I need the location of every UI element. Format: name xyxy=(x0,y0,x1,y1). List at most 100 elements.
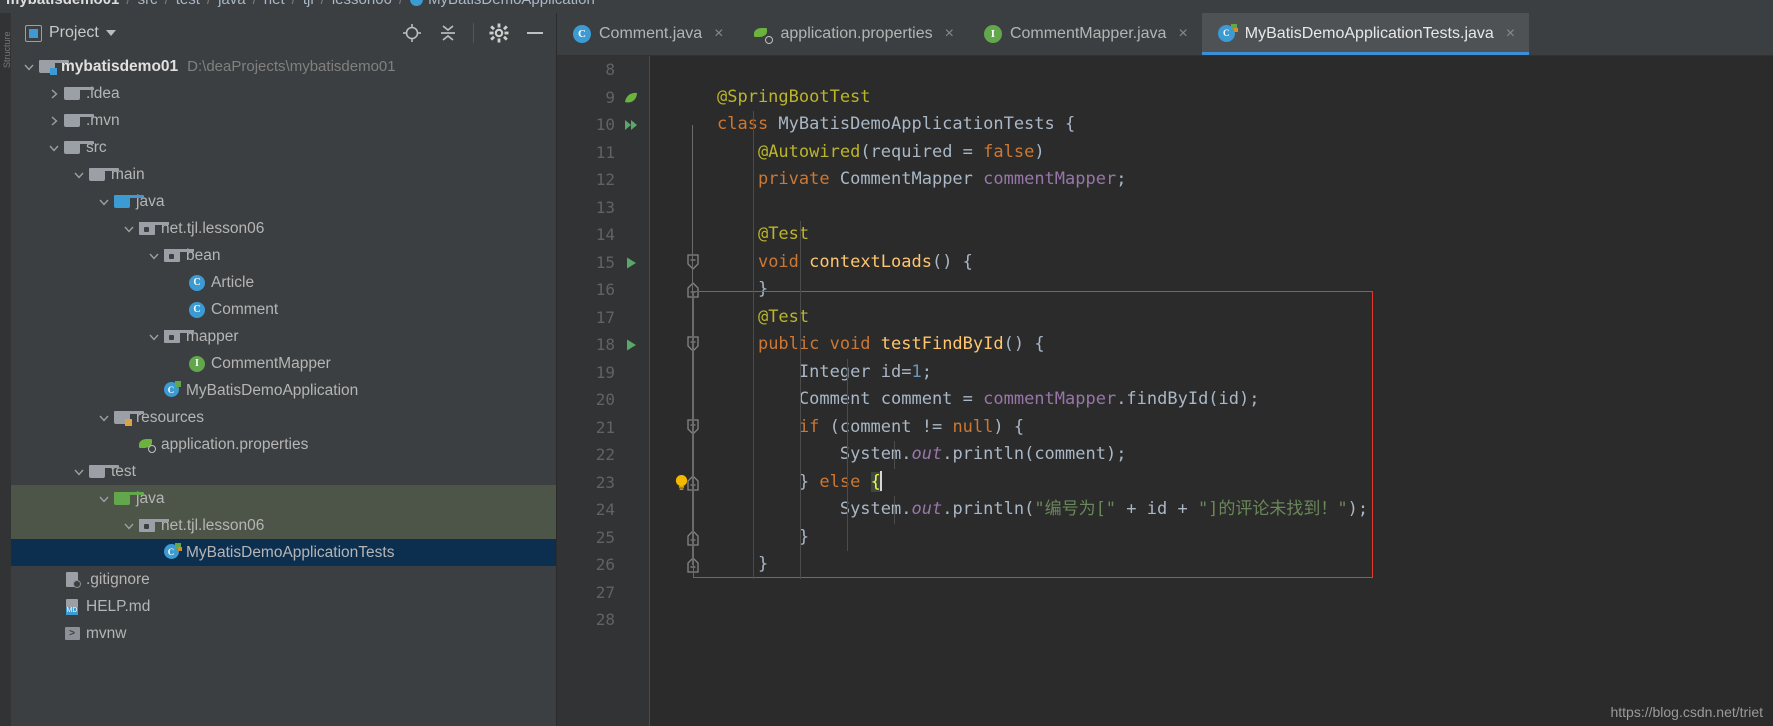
code-line[interactable]: 26 } xyxy=(557,551,1773,579)
code-line[interactable]: 25 } xyxy=(557,524,1773,552)
tree-item-comment[interactable]: C Comment xyxy=(11,296,556,323)
chevron-down-icon[interactable] xyxy=(21,61,37,73)
tree-item-main[interactable]: main xyxy=(11,161,556,188)
close-icon[interactable]: × xyxy=(714,25,723,43)
breadcrumb-item[interactable]: net xyxy=(264,0,285,8)
tree-item-commentmapper[interactable]: I CommentMapper xyxy=(11,350,556,377)
chevron-down-icon[interactable] xyxy=(96,196,112,208)
chevron-right-icon[interactable] xyxy=(46,115,62,127)
breadcrumb-item[interactable]: mybatisdemo01 xyxy=(6,0,119,8)
editor-tabbar[interactable]: C Comment.java × application.properties × I Co… xyxy=(557,13,1773,56)
locate-icon[interactable] xyxy=(401,22,423,44)
chevron-down-icon[interactable] xyxy=(105,30,116,36)
code-line[interactable]: 12 private CommentMapper commentMapper; xyxy=(557,166,1773,194)
chevron-down-icon[interactable] xyxy=(71,169,87,181)
chevron-down-icon[interactable] xyxy=(121,223,137,235)
run-test-icon[interactable] xyxy=(623,255,639,271)
code-line[interactable]: 23 } else { xyxy=(557,469,1773,497)
code-line[interactable]: 9 @SpringBootTest xyxy=(557,84,1773,112)
close-icon[interactable]: × xyxy=(1506,25,1515,43)
hide-panel-icon[interactable] xyxy=(524,22,546,44)
code-line[interactable]: 14 @Test xyxy=(557,221,1773,249)
chevron-right-icon[interactable] xyxy=(46,88,62,100)
code-line[interactable]: 21 if (comment != null) { xyxy=(557,414,1773,442)
fold-region-end-icon[interactable] xyxy=(685,280,701,299)
breadcrumb-item[interactable]: lesson06 xyxy=(332,0,392,8)
fold-region-end-icon[interactable] xyxy=(685,473,701,492)
fold-region-start-icon[interactable] xyxy=(685,253,701,272)
chevron-down-icon[interactable] xyxy=(46,142,62,154)
code-token: false xyxy=(983,141,1035,162)
chevron-down-icon[interactable] xyxy=(96,493,112,505)
tree-item-test[interactable]: test xyxy=(11,458,556,485)
tree-item-bean[interactable]: bean xyxy=(11,242,556,269)
tree-item-application-properties[interactable]: application.properties xyxy=(11,431,556,458)
code-line[interactable]: 22 System.out.println(comment); xyxy=(557,441,1773,469)
code-line[interactable]: 8 xyxy=(557,56,1773,84)
code-line[interactable]: 20 Comment comment = commentMapper.findB… xyxy=(557,386,1773,414)
tree-item-src[interactable]: src xyxy=(11,134,556,161)
code-line[interactable]: 17 @Test xyxy=(557,304,1773,332)
fold-region-end-icon[interactable] xyxy=(685,555,701,574)
tree-item-resources[interactable]: resources xyxy=(11,404,556,431)
chevron-down-icon[interactable] xyxy=(146,250,162,262)
tree-item-java[interactable]: java xyxy=(11,188,556,215)
editor-tab-comment-java[interactable]: C Comment.java × xyxy=(557,13,738,55)
tree-item--idea[interactable]: .idea xyxy=(11,80,556,107)
tree-item--gitignore[interactable]: .gitignore xyxy=(11,566,556,593)
breadcrumb-item[interactable]: MyBatisDemoApplication xyxy=(428,0,595,8)
code-line[interactable]: 18 public void testFindById() { xyxy=(557,331,1773,359)
tree-item-java[interactable]: java xyxy=(11,485,556,512)
code-line[interactable]: 19 Integer id=1; xyxy=(557,359,1773,387)
tree-item-mapper[interactable]: mapper xyxy=(11,323,556,350)
breadcrumb-item[interactable]: java xyxy=(218,0,246,8)
tree-item-article[interactable]: C Article xyxy=(11,269,556,296)
tree-item-mybatisdemo01[interactable]: mybatisdemo01 D:\deaProjects\mybatisdemo0… xyxy=(11,53,556,80)
chevron-down-icon[interactable] xyxy=(71,466,87,478)
line-number: 28 xyxy=(595,610,615,629)
code-line[interactable]: 24 System.out.println("编号为[" + id + "]的评… xyxy=(557,496,1773,524)
code-token: contextLoads xyxy=(809,251,932,272)
tree-item-net-tjl-lesson06[interactable]: net.tjl.lesson06 xyxy=(11,512,556,539)
code-editor[interactable]: 8 9 @SpringBootTest 10 class MyBatisDemoAppl… xyxy=(557,56,1773,726)
gear-icon[interactable] xyxy=(488,22,510,44)
close-icon[interactable]: × xyxy=(945,25,954,43)
tool-window-strip[interactable]: Structure xyxy=(0,13,12,726)
code-line[interactable]: 13 xyxy=(557,194,1773,222)
chevron-down-icon[interactable] xyxy=(96,412,112,424)
fold-region-start-icon[interactable] xyxy=(685,335,701,354)
tree-item-help-md[interactable]: MD HELP.md xyxy=(11,593,556,620)
close-icon[interactable]: × xyxy=(1178,25,1187,43)
run-test-icon[interactable] xyxy=(623,337,639,353)
code-line[interactable]: 11 @Autowired(required = false) xyxy=(557,139,1773,167)
fold-region-start-icon[interactable] xyxy=(685,418,701,437)
fold-region-end-icon[interactable] xyxy=(685,528,701,547)
editor-tab-application-properties[interactable]: application.properties × xyxy=(738,13,968,55)
code-lines[interactable]: 8 9 @SpringBootTest 10 class MyBatisDemoAppl… xyxy=(557,56,1773,634)
tree-item-mvnw[interactable]: > mvnw xyxy=(11,620,556,647)
code-line[interactable]: 10 class MyBatisDemoApplicationTests { xyxy=(557,111,1773,139)
tree-item-net-tjl-lesson06[interactable]: net.tjl.lesson06 xyxy=(11,215,556,242)
editor-tab-mybatisdemoapplicationtests-java[interactable]: C MyBatisDemoApplicationTests.java × xyxy=(1201,13,1530,55)
breadcrumb-item[interactable]: src xyxy=(138,0,158,8)
code-line[interactable]: 27 xyxy=(557,579,1773,607)
chevron-down-icon[interactable] xyxy=(121,520,137,532)
tree-item-mybatisdemoapplication[interactable]: C MyBatisDemoApplication xyxy=(11,377,556,404)
project-tree[interactable]: mybatisdemo01 D:\deaProjects\mybatisdemo0… xyxy=(11,53,556,726)
run-all-tests-icon[interactable] xyxy=(623,117,639,133)
code-line[interactable]: 28 xyxy=(557,606,1773,634)
spring-leaf-icon[interactable] xyxy=(623,90,639,106)
project-title-group[interactable]: Project xyxy=(25,24,116,42)
code-text: @SpringBootTest xyxy=(717,84,871,112)
breadcrumb-item[interactable]: tjl xyxy=(303,0,314,8)
collapse-all-icon[interactable] xyxy=(437,22,459,44)
code-line[interactable]: 15 void contextLoads() { xyxy=(557,249,1773,277)
editor-tab-commentmapper-java[interactable]: I CommentMapper.java × xyxy=(968,13,1202,55)
tree-item--mvn[interactable]: .mvn xyxy=(11,107,556,134)
tree-item-mybatisdemoapplicationtests[interactable]: C MyBatisDemoApplicationTests xyxy=(11,539,556,566)
code-token: () { xyxy=(931,251,973,272)
breadcrumb-item[interactable]: test xyxy=(176,0,200,8)
chevron-down-icon[interactable] xyxy=(146,331,162,343)
breadcrumb-items[interactable]: mybatisdemo01/src/test/java/net/tjl/less… xyxy=(6,0,595,8)
code-line[interactable]: 16 } xyxy=(557,276,1773,304)
